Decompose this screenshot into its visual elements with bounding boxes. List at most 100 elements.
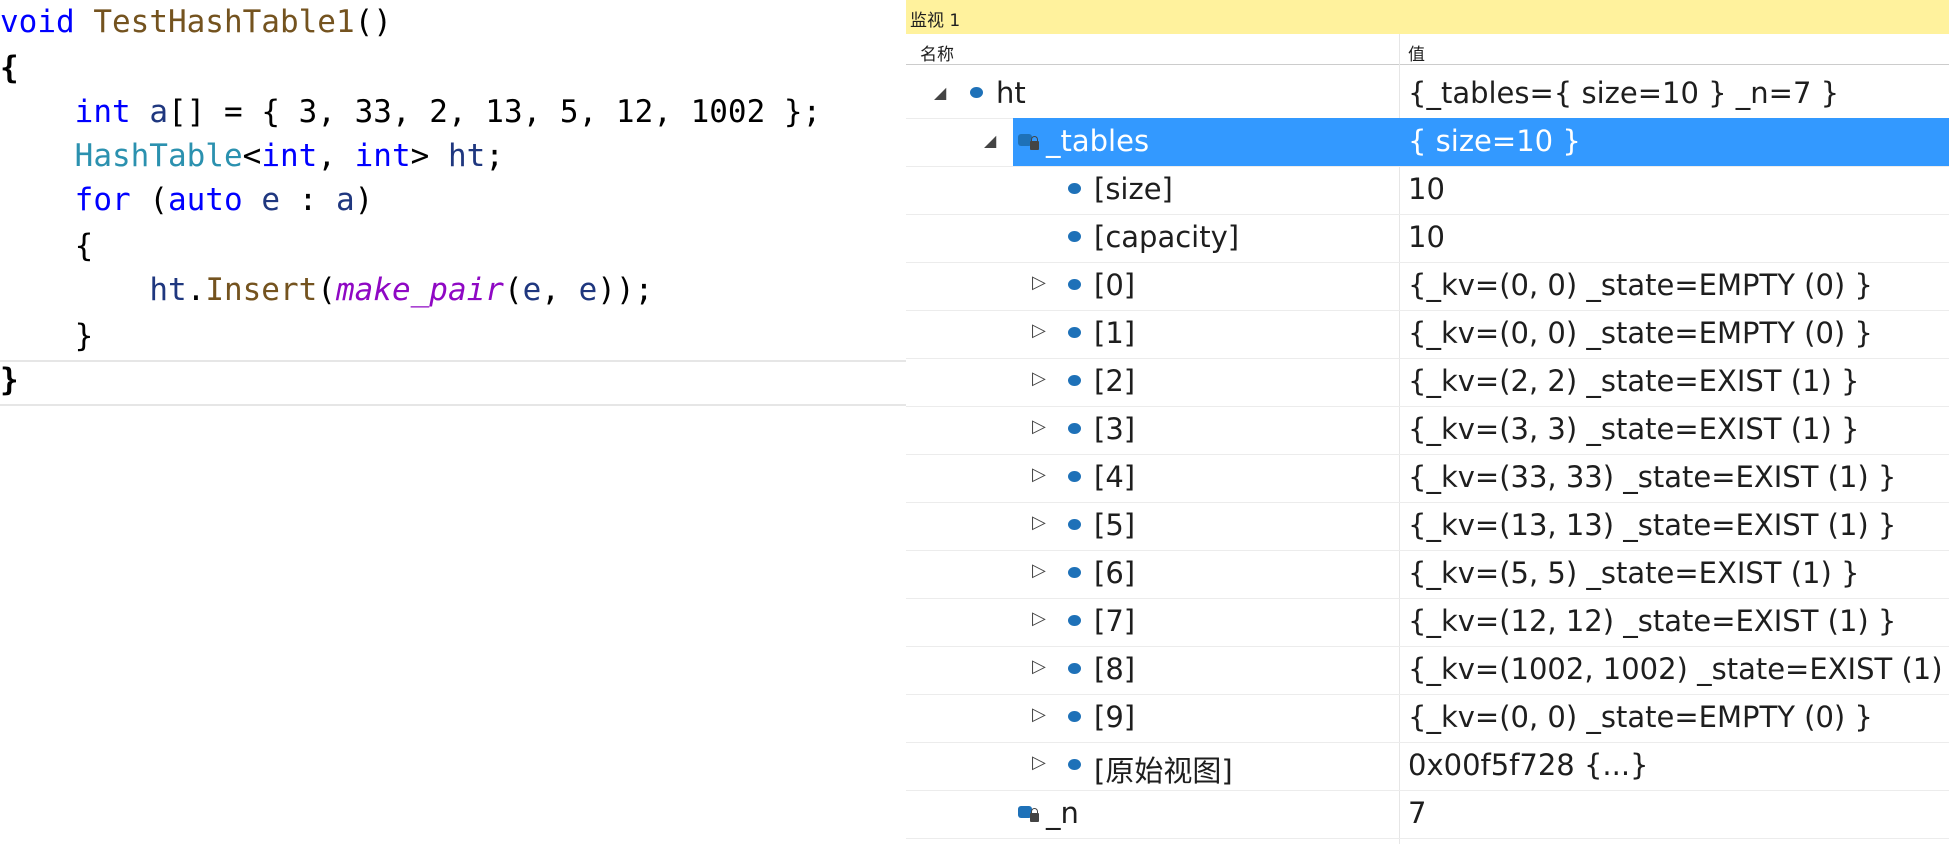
method-insert: Insert [205,272,318,308]
variable-icon [1068,759,1081,770]
watch-row-capacity[interactable]: [capacity] 10 [906,214,1949,263]
collapsed-arrow-icon[interactable]: ▷ [1032,704,1046,725]
watch-row-size[interactable]: [size] 10 [906,166,1949,215]
watch-row-element-5[interactable]: ▷ [5] {_kv=(13, 13) _state=EXIST (1) } [906,502,1949,551]
watch-name: [8] [1094,652,1136,686]
watch-value: {_kv=(0, 0) _state=EMPTY (0) } [1408,268,1873,302]
variable-icon [1068,615,1081,626]
open-brace: { [0,50,19,86]
watch-value: {_tables={ size=10 } _n=7 } [1408,76,1840,110]
watch-name: [size] [1094,172,1173,206]
watch-name: [3] [1094,412,1136,446]
code-line-3[interactable]: int a[] = { 3, 33, 2, 13, 5, 12, 1002 }; [0,90,822,135]
current-line-highlight [0,360,906,406]
code-line-8[interactable]: } [0,314,94,359]
code-line-9[interactable]: } [0,358,19,403]
column-header-value[interactable]: 值 [1408,40,1425,65]
watch-row-ht[interactable]: ◢ ht {_tables={ size=10 } _n=7 } [906,70,1949,119]
open-paren: ( [317,272,336,308]
variable-icon [1068,423,1081,434]
variable-icon [1068,471,1081,482]
watch-name: [2] [1094,364,1136,398]
close-parens: )); [597,272,654,308]
watch-value: {_kv=(1002, 1002) _state=EXIST (1) } [1408,652,1949,686]
gt: > [410,138,448,174]
code-line-5[interactable]: for (auto e : a) [0,178,374,223]
variable-icon [1068,279,1081,290]
watch-value: {_kv=(5, 5) _state=EXIST (1) } [1408,556,1860,590]
collapsed-arrow-icon[interactable]: ▷ [1032,656,1046,677]
collapsed-arrow-icon[interactable]: ▷ [1032,272,1046,293]
watch-name: [1] [1094,316,1136,350]
collapsed-arrow-icon[interactable]: ▷ [1032,416,1046,437]
watch-name: [5] [1094,508,1136,542]
code-line-4[interactable]: HashTable<int, int> ht; [0,134,504,179]
variable-icon [970,87,983,98]
watch-name: [6] [1094,556,1136,590]
code-line-6[interactable]: { [0,224,94,269]
semicolon: ; [485,138,504,174]
collapsed-arrow-icon[interactable]: ▷ [1032,512,1046,533]
watch-row-element-3[interactable]: ▷ [3] {_kv=(3, 3) _state=EXIST (1) } [906,406,1949,455]
watch-row-raw-view[interactable]: ▷ [原始视图] 0x00f5f728 {...} [906,742,1949,791]
watch-row-element-7[interactable]: ▷ [7] {_kv=(12, 12) _state=EXIST (1) } [906,598,1949,647]
expanded-arrow-icon[interactable]: ◢ [984,131,996,150]
watch-name: [0] [1094,268,1136,302]
close-paren: ) [354,182,374,218]
comma: , [541,272,579,308]
lt: < [242,138,262,174]
watch-name: ht [996,76,1026,110]
function-make-pair: make_pair [335,272,504,308]
collapsed-arrow-icon[interactable]: ▷ [1032,560,1046,581]
code-line-7[interactable]: ht.Insert(make_pair(e, e)); [0,268,653,313]
watch-value: 0x00f5f728 {...} [1408,748,1649,782]
watch-row-element-0[interactable]: ▷ [0] {_kv=(0, 0) _state=EMPTY (0) } [906,262,1949,311]
watch-value: 10 [1408,220,1445,254]
keyword-void: void [0,4,75,40]
watch-value: {_kv=(33, 33) _state=EXIST (1) } [1408,460,1897,494]
watch-row-element-4[interactable]: ▷ [4] {_kv=(33, 33) _state=EXIST (1) } [906,454,1949,503]
watch-title-bar[interactable]: 监视 1 [906,0,1949,35]
collapsed-arrow-icon[interactable]: ▷ [1032,320,1046,341]
watch-row-n[interactable]: _n 7 [906,790,1949,839]
watch-row-tables[interactable]: ◢ _tables { size=10 } [906,118,1949,167]
watch-row-element-9[interactable]: ▷ [9] {_kv=(0, 0) _state=EMPTY (0) } [906,694,1949,743]
code-line-1[interactable]: void TestHashTable1() [0,0,392,45]
watch-row-element-2[interactable]: ▷ [2] {_kv=(2, 2) _state=EXIST (1) } [906,358,1949,407]
variable-icon [1068,375,1081,386]
private-member-icon [1018,802,1042,824]
collapsed-arrow-icon[interactable]: ▷ [1032,464,1046,485]
collapsed-arrow-icon[interactable]: ▷ [1032,368,1046,389]
code-line-2[interactable]: { [0,46,19,91]
variable-icon [1068,519,1081,530]
watch-row-element-8[interactable]: ▷ [8] {_kv=(1002, 1002) _state=EXIST (1)… [906,646,1949,695]
code-editor[interactable]: void TestHashTable1() { int a[] = { 3, 3… [0,0,906,844]
watch-name: [7] [1094,604,1136,638]
keyword-for: for [74,182,131,218]
variable-icon [1068,231,1081,242]
variable-icon [1068,567,1081,578]
collapsed-arrow-icon[interactable]: ▷ [1032,752,1046,773]
open-paren: ( [503,272,523,308]
variable-icon [1068,663,1081,674]
keyword-int: int [354,138,411,174]
watch-name: _n [1046,796,1079,830]
column-header-name[interactable]: 名称 [920,40,954,65]
private-member-icon [1018,130,1042,152]
collapsed-arrow-icon[interactable]: ▷ [1032,608,1046,629]
dot: . [186,272,206,308]
identifier-a: a [335,182,355,218]
array-initializer: [] = { 3, 33, 2, 13, 5, 12, 1002 }; [168,94,822,130]
comma: , [317,138,355,174]
expanded-arrow-icon[interactable]: ◢ [934,83,946,102]
watch-value: { size=10 } [1408,124,1581,158]
watch-row-element-1[interactable]: ▷ [1] {_kv=(0, 0) _state=EMPTY (0) } [906,310,1949,359]
watch-name: [原始视图] [1094,754,1233,788]
watch-row-element-6[interactable]: ▷ [6] {_kv=(5, 5) _state=EXIST (1) } [906,550,1949,599]
